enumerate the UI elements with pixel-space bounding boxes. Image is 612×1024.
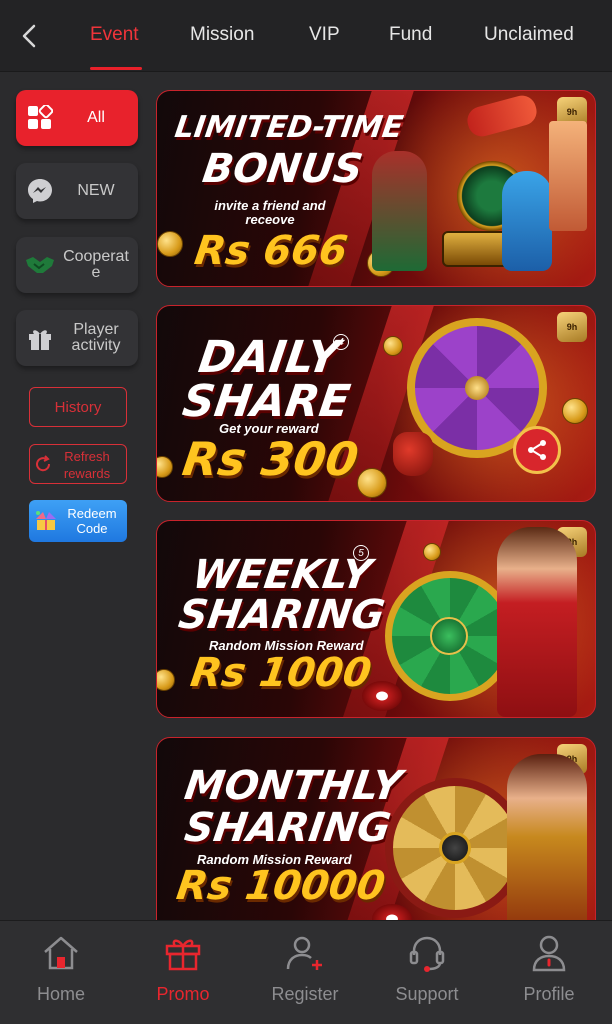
shark-mascot-illustration <box>502 171 552 271</box>
nav-promo[interactable]: Promo <box>122 921 244 1024</box>
nav-profile[interactable]: Profile <box>488 921 610 1024</box>
messenger-icon <box>24 175 56 207</box>
refresh-icon <box>36 455 51 472</box>
history-button[interactable]: History <box>29 387 127 427</box>
grid-icon <box>24 102 56 134</box>
headset-icon <box>409 936 445 972</box>
nav-label: Register <box>271 984 339 1004</box>
tab-unclaimed[interactable]: Unclaimed <box>484 24 574 46</box>
top-tab-bar: Event Mission VIP Fund Unclaimed <box>0 0 612 72</box>
banner-amount: Rs 666 <box>191 228 351 274</box>
coin-icon <box>157 456 173 478</box>
refresh-rewards-label: Refresh rewards <box>63 449 111 481</box>
profile-icon <box>532 935 566 972</box>
add-user-icon <box>286 936 322 970</box>
sidebar-item-label: All <box>87 109 105 126</box>
lady-character-illustration <box>507 754 587 936</box>
brand-logo-badge: 9h <box>557 312 587 342</box>
wheel-hub <box>465 376 489 400</box>
promo-banner-limited-time-bonus[interactable]: LIMITED-TIME BONUS invite a friend and r… <box>156 90 596 287</box>
nav-label: Profile <box>523 984 575 1004</box>
wheel-hub <box>430 617 468 655</box>
banner-subtitle: invite a friend and receove <box>214 198 326 227</box>
banner-amount: Rs 1000 <box>187 650 375 696</box>
sidebar-item-cooperate[interactable]: Cooperat e <box>16 237 138 293</box>
banner-title-line2: SHARE <box>179 376 354 427</box>
coin-icon <box>157 231 183 257</box>
bottom-navigation: Home Promo Register Support Profile <box>0 920 612 1024</box>
handshake-icon <box>24 249 56 281</box>
active-tab-indicator <box>90 67 142 70</box>
banner-number-badge: 5 <box>353 545 369 561</box>
coin-icon <box>383 336 403 356</box>
gift-box-icon <box>36 511 56 530</box>
banner-title-line2: BONUS <box>199 146 366 192</box>
banner-title-line2: SHARING <box>181 805 394 851</box>
gift-icon <box>24 322 56 354</box>
tab-event[interactable]: Event <box>90 24 139 46</box>
banner-title: MONTHLY <box>181 763 405 809</box>
coin-icon <box>562 398 588 424</box>
cricket-player-illustration <box>372 151 427 271</box>
tab-fund[interactable]: Fund <box>389 24 432 46</box>
redeem-code-button[interactable]: Redeem Code <box>29 500 127 542</box>
home-icon <box>44 936 78 970</box>
promo-banner-monthly-sharing[interactable]: MONTHLY SHARING Random Mission Reward Rs… <box>156 737 596 937</box>
nav-support[interactable]: Support <box>366 921 488 1024</box>
promo-banner-daily-share[interactable]: DAILY 4 SHARE Get your reward Rs 300 9h <box>156 305 596 502</box>
banner-title: LIMITED-TIME <box>172 110 406 145</box>
coin-icon <box>357 468 387 498</box>
banner-amount: Rs 10000 <box>173 863 388 909</box>
hostess-character-illustration <box>497 527 577 717</box>
refresh-rewards-button[interactable]: Refresh rewards <box>29 444 127 484</box>
nav-label: Support <box>395 984 459 1004</box>
share-icon <box>513 426 561 474</box>
tab-mission[interactable]: Mission <box>190 24 254 46</box>
sidebar-item-new[interactable]: NEW <box>16 163 138 219</box>
banner-title: DAILY <box>195 332 343 383</box>
sidebar-item-player-activity[interactable]: Player activity <box>16 310 138 366</box>
casino-chips-illustration <box>362 681 402 711</box>
sidebar-item-all[interactable]: All <box>16 90 138 146</box>
banner-amount: Rs 300 <box>179 432 362 486</box>
banner-title-line2: SHARING <box>175 592 388 638</box>
sidebar-item-label: Cooperat e <box>63 248 129 281</box>
coin-icon <box>423 543 441 561</box>
promo-banner-weekly-sharing[interactable]: WEEKLY 5 SHARING Random Mission Reward R… <box>156 520 596 718</box>
banner-number-badge: 4 <box>333 334 349 350</box>
nav-register[interactable]: Register <box>244 921 366 1024</box>
coin-icon <box>157 669 175 691</box>
sidebar-item-label: NEW <box>77 182 115 199</box>
nav-label: Home <box>36 984 85 1004</box>
chevron-left-icon <box>22 24 36 48</box>
nav-home[interactable]: Home <box>0 921 122 1024</box>
gift-icon <box>165 939 201 971</box>
redeem-code-label: Redeem Code <box>67 506 117 536</box>
banner-title: WEEKLY <box>189 552 375 598</box>
back-button[interactable] <box>14 20 44 52</box>
sidebar-item-label: Player activity <box>71 321 121 354</box>
wheel-hub <box>439 832 471 864</box>
nav-label: Promo <box>156 984 210 1004</box>
tab-vip[interactable]: VIP <box>309 24 340 46</box>
castle-illustration <box>549 121 587 231</box>
money-bag-illustration <box>393 432 433 476</box>
